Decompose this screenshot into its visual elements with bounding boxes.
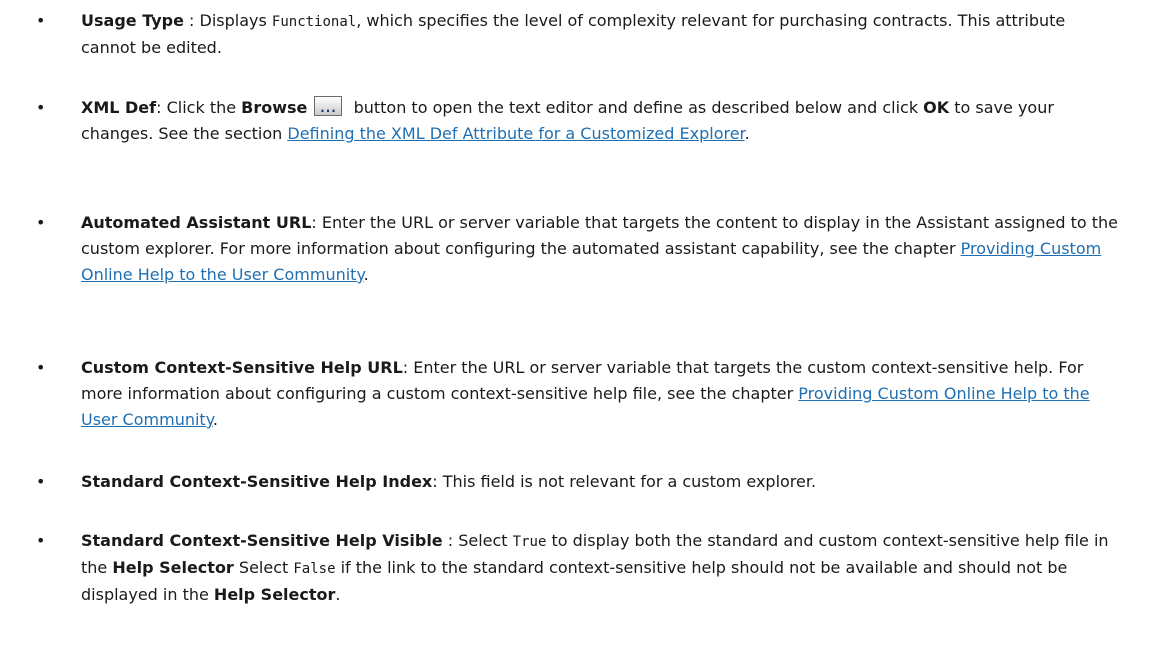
item-text: Standard Context-Sensitive Help Index: T… <box>81 472 817 491</box>
term-automated-assistant-url: Automated Assistant URL <box>81 213 312 232</box>
bullet: • <box>36 213 46 232</box>
browse-button-icon[interactable]: ... <box>314 96 343 116</box>
item-text: Standard Context-Sensitive Help Visible … <box>81 531 1109 604</box>
code-true: True <box>512 534 547 550</box>
term-standard-csh-visible: Standard Context-Sensitive Help Visible <box>81 531 443 550</box>
item-text: Usage Type : Displays Functional, which … <box>81 11 1066 57</box>
ok-label: OK <box>923 98 950 117</box>
link-defining-xml-def[interactable]: Defining the XML Def Attribute for a Cus… <box>287 124 744 143</box>
bullet: • <box>36 358 46 377</box>
attribute-list: • Usage Type : Displays Functional, whic… <box>0 0 1149 669</box>
bullet: • <box>36 531 46 550</box>
term-custom-csh-url: Custom Context-Sensitive Help URL <box>81 358 403 377</box>
bullet: • <box>36 11 46 30</box>
browse-label: Browse <box>241 98 308 117</box>
bullet: • <box>36 98 46 117</box>
help-selector-label: Help Selector <box>213 585 336 604</box>
bullet: • <box>36 472 46 491</box>
item-text: XML Def: Click the Browse ... button to … <box>81 96 1054 143</box>
term-standard-csh-index: Standard Context-Sensitive Help Index <box>81 472 433 491</box>
item-text: Automated Assistant URL: Enter the URL o… <box>81 213 1118 284</box>
help-selector-label: Help Selector <box>112 558 234 577</box>
code-functional: Functional <box>271 14 357 30</box>
term-usage-type: Usage Type <box>81 11 184 30</box>
code-false: False <box>293 561 336 577</box>
term-xml-def: XML Def <box>81 98 157 117</box>
item-text: Custom Context-Sensitive Help URL: Enter… <box>81 358 1090 429</box>
